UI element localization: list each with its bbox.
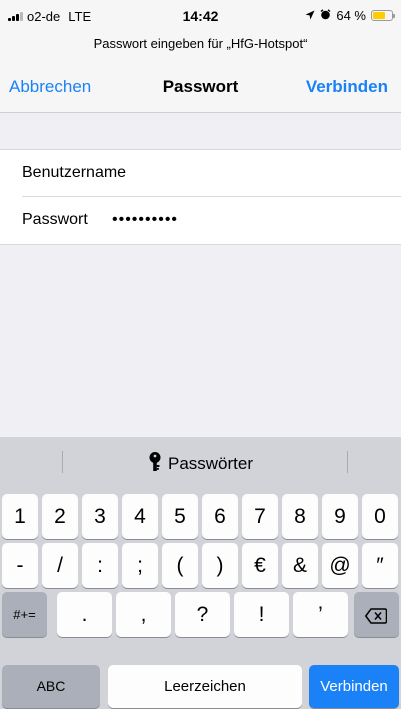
key-symbol[interactable]: ? xyxy=(175,592,230,637)
key-symbol[interactable]: ! xyxy=(234,592,289,637)
status-bar: o2-de LTE 14:42 64 % xyxy=(0,0,401,34)
username-field[interactable] xyxy=(160,159,380,187)
keyboard: Passwörter 1234567890 - /:;() € & @ ″ #+= .,?… xyxy=(0,437,401,709)
quicktype-bar: Passwörter xyxy=(0,437,401,485)
passwords-label: Passwörter xyxy=(167,454,254,473)
username-label: Benutzername xyxy=(22,164,127,181)
quicktype-divider xyxy=(347,451,348,473)
key-digit[interactable]: 1 xyxy=(2,494,38,539)
key-digit[interactable]: 3 xyxy=(82,494,118,539)
battery-percent: 64 % xyxy=(336,8,366,23)
battery-icon xyxy=(371,10,395,21)
network-prompt: Passwort eingeben für „HfG-Hotspot“ xyxy=(0,34,401,60)
key-symbol[interactable]: ) xyxy=(202,543,238,588)
password-row[interactable]: Passwort xyxy=(0,197,401,243)
passwords-suggestion[interactable]: Passwörter xyxy=(0,452,401,477)
key-symbol[interactable]: : xyxy=(82,543,118,588)
backspace-icon xyxy=(365,606,388,630)
abc-key[interactable]: ABC xyxy=(2,665,100,708)
key-digit[interactable]: 9 xyxy=(322,494,358,539)
status-bar-right: 64 % xyxy=(305,8,395,23)
battery-level-fill xyxy=(373,12,385,19)
login-form: Benutzername Passwort xyxy=(0,149,401,245)
key-symbol[interactable]: ( xyxy=(162,543,198,588)
key-icon xyxy=(148,452,162,477)
password-field[interactable] xyxy=(112,206,372,234)
nav-bar: Abbrechen Passwort Verbinden xyxy=(0,60,401,113)
key-symbol[interactable]: € xyxy=(242,543,278,588)
key-digit[interactable]: 4 xyxy=(122,494,158,539)
username-row[interactable]: Benutzername xyxy=(0,150,401,197)
key-digit[interactable]: 5 xyxy=(162,494,198,539)
alarm-icon xyxy=(320,8,331,23)
delete-key[interactable] xyxy=(354,592,399,637)
symbols-toggle-key[interactable]: #+= xyxy=(2,592,47,637)
key-symbol[interactable]: . xyxy=(57,592,112,637)
key-symbol[interactable]: - xyxy=(2,543,38,588)
key-digit[interactable]: 6 xyxy=(202,494,238,539)
connect-button[interactable]: Verbinden xyxy=(306,77,388,97)
key-digit[interactable]: 8 xyxy=(282,494,318,539)
location-arrow-icon xyxy=(305,8,315,23)
space-key[interactable]: Leerzeichen xyxy=(108,665,302,708)
key-symbol[interactable]: / xyxy=(42,543,78,588)
key-symbol[interactable]: @ xyxy=(322,543,358,588)
return-key[interactable]: Verbinden xyxy=(309,665,399,708)
key-digit[interactable]: 0 xyxy=(362,494,398,539)
key-symbol[interactable]: ″ xyxy=(362,543,398,588)
password-label: Passwort xyxy=(22,211,88,228)
key-symbol[interactable]: ; xyxy=(122,543,158,588)
key-symbol[interactable]: ’ xyxy=(293,592,348,637)
key-digit[interactable]: 2 xyxy=(42,494,78,539)
key-symbol[interactable]: , xyxy=(116,592,171,637)
key-digit[interactable]: 7 xyxy=(242,494,278,539)
key-symbol[interactable]: & xyxy=(282,543,318,588)
